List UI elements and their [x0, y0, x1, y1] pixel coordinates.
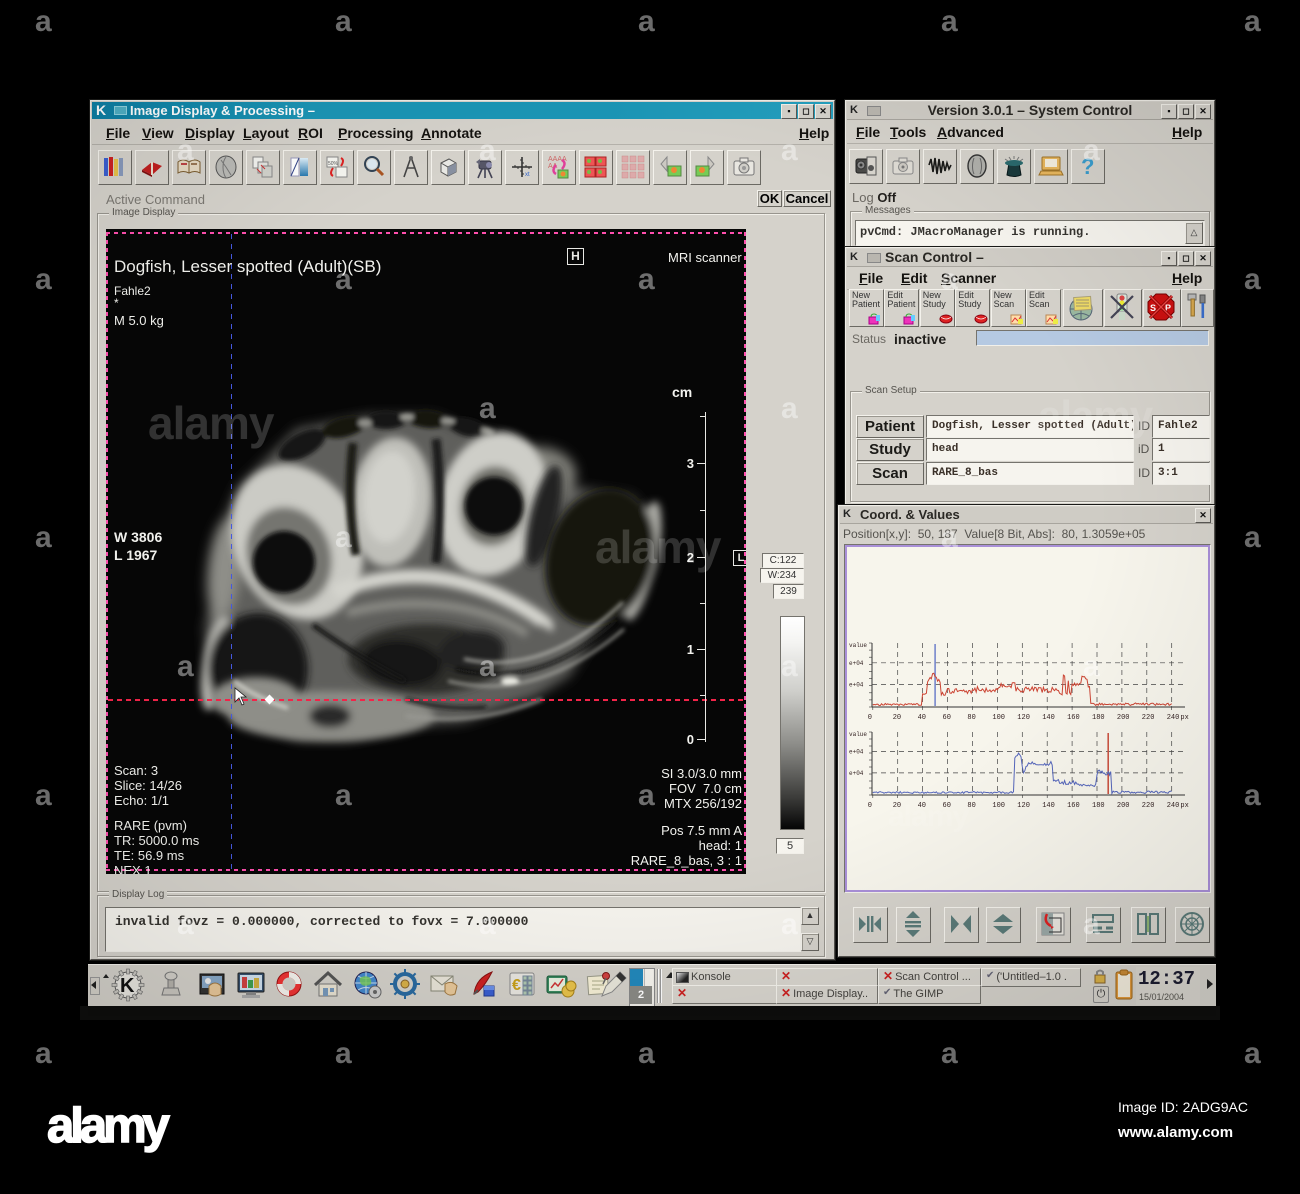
svg-text:200: 200: [1117, 714, 1130, 722]
svg-text:160: 160: [1067, 714, 1080, 722]
svg-text:80: 80: [967, 802, 975, 810]
svg-text:100: 100: [992, 714, 1005, 722]
svg-text:60: 60: [943, 802, 951, 810]
svg-text:60: 60: [943, 714, 951, 722]
svg-text:0: 0: [868, 802, 872, 810]
svg-text:140: 140: [1042, 802, 1055, 810]
svg-text:40: 40: [918, 714, 926, 722]
svg-text:value: value: [849, 642, 867, 649]
svg-text:?: ?: [1081, 154, 1094, 179]
svg-text:160: 160: [1067, 802, 1080, 810]
svg-text:e+04: e+04: [849, 770, 864, 777]
svg-text:K: K: [120, 975, 135, 997]
svg-text:220: 220: [1142, 802, 1155, 810]
svg-text:20: 20: [893, 714, 901, 722]
svg-text:180: 180: [1092, 714, 1105, 722]
svg-text:80: 80: [967, 714, 975, 722]
svg-text:140: 140: [1042, 714, 1055, 722]
svg-text:e+04: e+04: [849, 749, 864, 756]
svg-text:50%: 50%: [328, 161, 339, 167]
svg-text:180: 180: [1092, 802, 1105, 810]
svg-text:20: 20: [893, 802, 901, 810]
svg-text:xt: xt: [525, 172, 530, 178]
svg-text:e+04: e+04: [849, 682, 864, 689]
svg-text:0: 0: [868, 714, 872, 722]
svg-text:120: 120: [1017, 802, 1030, 810]
svg-text:px: px: [1180, 802, 1188, 810]
svg-text:€: €: [512, 977, 521, 994]
svg-text:120: 120: [1017, 714, 1030, 722]
svg-text:200: 200: [1117, 802, 1130, 810]
svg-text:px: px: [1180, 714, 1188, 722]
svg-text:value: value: [849, 731, 867, 738]
svg-text:220: 220: [1142, 714, 1155, 722]
svg-text:240: 240: [1167, 714, 1180, 722]
svg-text:e+04: e+04: [849, 660, 864, 667]
svg-text:40: 40: [918, 802, 926, 810]
svg-text:100: 100: [992, 802, 1005, 810]
svg-text:240: 240: [1167, 802, 1180, 810]
